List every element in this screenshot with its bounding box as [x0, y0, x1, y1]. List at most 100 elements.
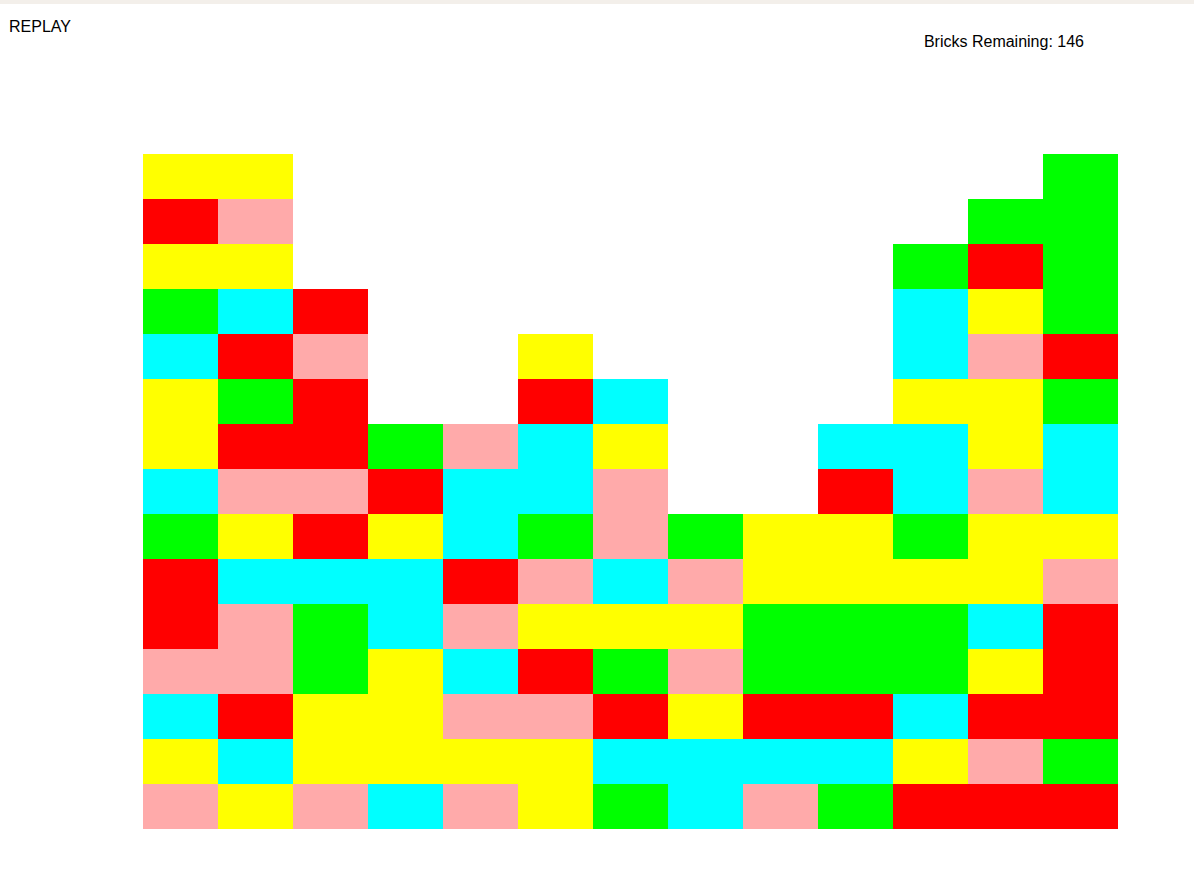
brick[interactable]: [893, 334, 968, 379]
brick[interactable]: [893, 379, 968, 424]
brick[interactable]: [743, 604, 818, 649]
brick[interactable]: [518, 334, 593, 379]
brick[interactable]: [143, 784, 218, 829]
brick[interactable]: [893, 289, 968, 334]
brick[interactable]: [968, 784, 1043, 829]
brick[interactable]: [893, 469, 968, 514]
brick[interactable]: [368, 784, 443, 829]
brick[interactable]: [143, 604, 218, 649]
brick[interactable]: [293, 289, 368, 334]
brick[interactable]: [218, 199, 293, 244]
brick[interactable]: [443, 559, 518, 604]
brick[interactable]: [893, 739, 968, 784]
brick[interactable]: [893, 649, 968, 694]
brick[interactable]: [1043, 199, 1118, 244]
brick[interactable]: [518, 559, 593, 604]
brick[interactable]: [218, 379, 293, 424]
brick[interactable]: [443, 649, 518, 694]
brick[interactable]: [593, 469, 668, 514]
brick[interactable]: [668, 784, 743, 829]
brick[interactable]: [443, 694, 518, 739]
brick[interactable]: [818, 514, 893, 559]
brick[interactable]: [218, 604, 293, 649]
brick[interactable]: [368, 559, 443, 604]
brick[interactable]: [743, 649, 818, 694]
brick[interactable]: [218, 514, 293, 559]
brick[interactable]: [743, 784, 818, 829]
brick[interactable]: [1043, 784, 1118, 829]
brick[interactable]: [143, 199, 218, 244]
brick[interactable]: [218, 154, 293, 199]
brick[interactable]: [968, 694, 1043, 739]
brick[interactable]: [818, 604, 893, 649]
brick[interactable]: [218, 244, 293, 289]
brick[interactable]: [968, 289, 1043, 334]
brick[interactable]: [893, 514, 968, 559]
brick[interactable]: [293, 694, 368, 739]
brick[interactable]: [218, 289, 293, 334]
brick[interactable]: [593, 559, 668, 604]
brick[interactable]: [443, 784, 518, 829]
brick[interactable]: [743, 739, 818, 784]
brick[interactable]: [518, 379, 593, 424]
brick[interactable]: [368, 424, 443, 469]
brick[interactable]: [1043, 739, 1118, 784]
brick[interactable]: [518, 694, 593, 739]
brick[interactable]: [818, 469, 893, 514]
brick[interactable]: [518, 604, 593, 649]
brick[interactable]: [668, 694, 743, 739]
brick[interactable]: [893, 559, 968, 604]
brick[interactable]: [443, 514, 518, 559]
brick[interactable]: [368, 604, 443, 649]
brick[interactable]: [143, 289, 218, 334]
brick[interactable]: [368, 739, 443, 784]
brick[interactable]: [593, 379, 668, 424]
brick[interactable]: [743, 559, 818, 604]
brick[interactable]: [968, 514, 1043, 559]
brick[interactable]: [218, 784, 293, 829]
brick[interactable]: [968, 334, 1043, 379]
brick[interactable]: [593, 649, 668, 694]
brick[interactable]: [368, 694, 443, 739]
brick[interactable]: [218, 334, 293, 379]
brick[interactable]: [743, 694, 818, 739]
brick[interactable]: [668, 649, 743, 694]
brick[interactable]: [1043, 424, 1118, 469]
brick[interactable]: [218, 424, 293, 469]
brick[interactable]: [293, 469, 368, 514]
brick[interactable]: [818, 784, 893, 829]
brick[interactable]: [518, 469, 593, 514]
brick[interactable]: [968, 739, 1043, 784]
brick[interactable]: [143, 379, 218, 424]
brick[interactable]: [968, 424, 1043, 469]
brick[interactable]: [218, 649, 293, 694]
brick[interactable]: [668, 559, 743, 604]
brick[interactable]: [1043, 289, 1118, 334]
brick[interactable]: [818, 694, 893, 739]
brick[interactable]: [893, 424, 968, 469]
brick[interactable]: [143, 424, 218, 469]
brick[interactable]: [593, 694, 668, 739]
brick[interactable]: [293, 514, 368, 559]
brick[interactable]: [518, 514, 593, 559]
brick[interactable]: [893, 604, 968, 649]
brick[interactable]: [368, 514, 443, 559]
brick[interactable]: [143, 154, 218, 199]
brick[interactable]: [143, 244, 218, 289]
brick[interactable]: [443, 424, 518, 469]
brick[interactable]: [668, 604, 743, 649]
brick[interactable]: [1043, 604, 1118, 649]
brick[interactable]: [293, 739, 368, 784]
brick[interactable]: [668, 514, 743, 559]
brick[interactable]: [518, 649, 593, 694]
brick[interactable]: [1043, 154, 1118, 199]
brick[interactable]: [1043, 379, 1118, 424]
brick[interactable]: [293, 604, 368, 649]
brick[interactable]: [293, 784, 368, 829]
brick[interactable]: [143, 649, 218, 694]
brick[interactable]: [218, 694, 293, 739]
brick[interactable]: [968, 604, 1043, 649]
brick[interactable]: [893, 244, 968, 289]
brick[interactable]: [1043, 649, 1118, 694]
brick[interactable]: [968, 469, 1043, 514]
